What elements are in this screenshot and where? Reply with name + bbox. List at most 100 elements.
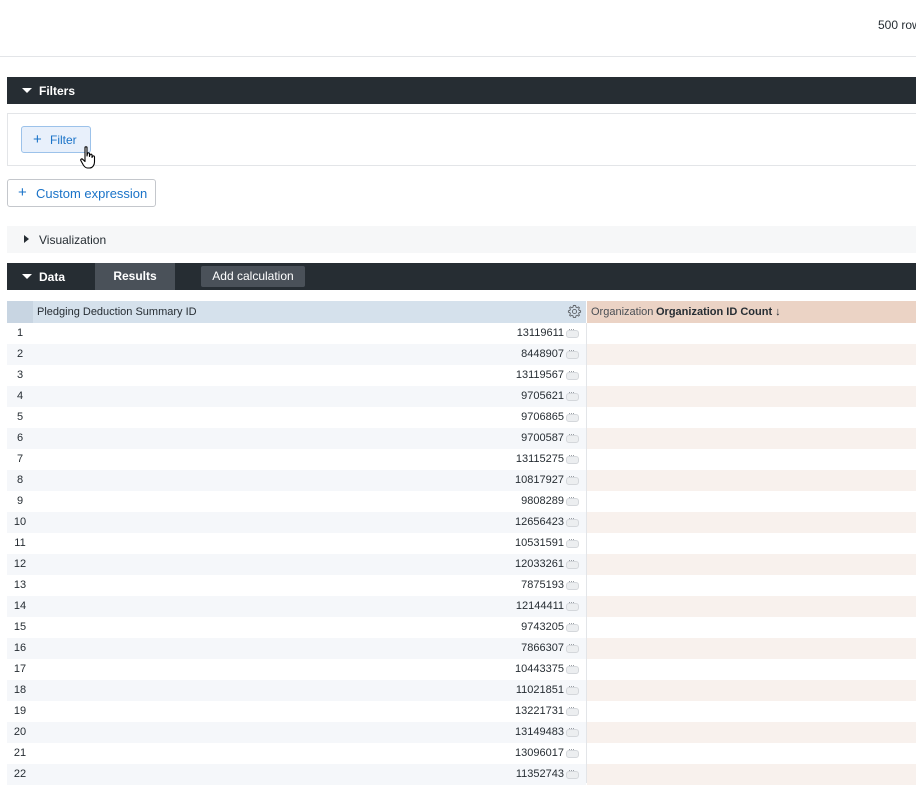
measure-cell[interactable] (587, 743, 916, 764)
data-title: Data (39, 270, 66, 284)
measure-cell[interactable] (587, 470, 916, 491)
data-section-header[interactable]: Data Results Add calculation (7, 263, 916, 290)
cell-value: 9743205 (521, 621, 564, 633)
dimension-cell[interactable]: 7866307 (33, 638, 586, 659)
measure-cell[interactable] (587, 428, 916, 449)
measure-cell[interactable] (587, 638, 916, 659)
more-options-icon[interactable] (566, 681, 579, 695)
dimension-cell[interactable]: 13149483 (33, 722, 586, 743)
more-options-icon[interactable] (566, 534, 579, 548)
dimension-cell[interactable]: 8448907 (33, 344, 586, 365)
add-calculation-button[interactable]: Add calculation (201, 266, 305, 287)
cell-value: 13149483 (515, 726, 564, 738)
filters-title: Filters (39, 84, 76, 98)
dimension-cell[interactable]: 7875193 (33, 575, 586, 596)
more-options-icon[interactable] (566, 723, 579, 737)
column-header-dimension[interactable]: Pledging Deduction Summary ID (33, 301, 586, 323)
caret-right-icon (24, 235, 29, 243)
dimension-cell[interactable]: 9700587 (33, 428, 586, 449)
filters-section-header[interactable]: Filters (7, 77, 916, 104)
table-row: 8 10817927 (7, 470, 916, 491)
row-number-header (7, 301, 33, 323)
dimension-cell[interactable]: 13115275 (33, 449, 586, 470)
row-number: 19 (7, 701, 33, 722)
more-options-icon[interactable] (566, 492, 579, 506)
measure-cell[interactable] (587, 491, 916, 512)
row-number: 9 (7, 491, 33, 512)
more-options-icon[interactable] (566, 324, 579, 338)
visualization-section-header[interactable]: Visualization (7, 226, 916, 253)
row-number: 15 (7, 617, 33, 638)
more-options-icon[interactable] (566, 660, 579, 674)
dimension-cell[interactable]: 10443375 (33, 659, 586, 680)
dimension-cell[interactable]: 9808289 (33, 491, 586, 512)
more-options-icon[interactable] (566, 744, 579, 758)
dimension-cell[interactable]: 9705621 (33, 386, 586, 407)
measure-cell[interactable] (587, 449, 916, 470)
measure-cell[interactable] (587, 386, 916, 407)
dimension-cell[interactable]: 12033261 (33, 554, 586, 575)
more-options-icon[interactable] (566, 702, 579, 716)
more-options-icon[interactable] (566, 765, 579, 779)
more-options-icon[interactable] (566, 576, 579, 590)
dimension-cell[interactable]: 10531591 (33, 533, 586, 554)
more-options-icon[interactable] (566, 408, 579, 422)
measure-cell[interactable] (587, 680, 916, 701)
measure-cell[interactable] (587, 407, 916, 428)
dimension-cell[interactable]: 9706865 (33, 407, 586, 428)
table-row: 15 9743205 (7, 617, 916, 638)
more-options-icon[interactable] (566, 450, 579, 464)
measure-cell[interactable] (587, 512, 916, 533)
more-options-icon[interactable] (566, 513, 579, 527)
more-options-icon[interactable] (566, 345, 579, 359)
measure-cell[interactable] (587, 722, 916, 743)
row-number: 8 (7, 470, 33, 491)
more-options-icon[interactable] (566, 366, 579, 380)
gear-icon[interactable] (567, 304, 582, 319)
cell-value: 10531591 (515, 537, 564, 549)
dimension-cell[interactable]: 12656423 (33, 512, 586, 533)
table-row: 18 11021851 (7, 680, 916, 701)
dimension-cell[interactable]: 10817927 (33, 470, 586, 491)
dimension-cell[interactable]: 13221731 (33, 701, 586, 722)
table-row: 9 9808289 (7, 491, 916, 512)
measure-cell[interactable] (587, 659, 916, 680)
cell-value: 11352743 (515, 768, 564, 780)
measure-cell[interactable] (587, 323, 916, 344)
custom-expression-button[interactable]: + Custom expression (7, 179, 156, 207)
row-number: 21 (7, 743, 33, 764)
column-header-measure[interactable]: Organization Organization ID Count ↓ (587, 301, 916, 323)
dimension-cell[interactable]: 11021851 (33, 680, 586, 701)
dimension-cell[interactable]: 13096017 (33, 743, 586, 764)
more-options-icon[interactable] (566, 639, 579, 653)
measure-cell[interactable] (587, 365, 916, 386)
dimension-cell[interactable]: 13119567 (33, 365, 586, 386)
measure-cell[interactable] (587, 533, 916, 554)
more-options-icon[interactable] (566, 471, 579, 485)
table-row: 16 7866307 (7, 638, 916, 659)
more-options-icon[interactable] (566, 618, 579, 632)
more-options-icon[interactable] (566, 387, 579, 401)
measure-cell[interactable] (587, 701, 916, 722)
cell-value: 13119611 (516, 327, 564, 339)
more-options-icon[interactable] (566, 555, 579, 569)
plus-icon: + (18, 184, 27, 201)
visualization-title: Visualization (39, 233, 107, 247)
measure-cell[interactable] (587, 617, 916, 638)
measure-cell[interactable] (587, 344, 916, 365)
dimension-cell[interactable]: 9743205 (33, 617, 586, 638)
tab-results[interactable]: Results (95, 263, 175, 290)
more-options-icon[interactable] (566, 597, 579, 611)
dimension-cell[interactable]: 12144411 (33, 596, 586, 617)
row-number: 5 (7, 407, 33, 428)
measure-cell[interactable] (587, 596, 916, 617)
dimension-cell[interactable]: 13119611 (33, 323, 586, 344)
cell-value: 12033261 (515, 558, 564, 570)
table-row: 1 13119611 (7, 323, 916, 344)
cell-value: 9700587 (521, 432, 564, 444)
row-number: 12 (7, 554, 33, 575)
measure-cell[interactable] (587, 554, 916, 575)
row-number: 13 (7, 575, 33, 596)
more-options-icon[interactable] (566, 429, 579, 443)
measure-cell[interactable] (587, 575, 916, 596)
